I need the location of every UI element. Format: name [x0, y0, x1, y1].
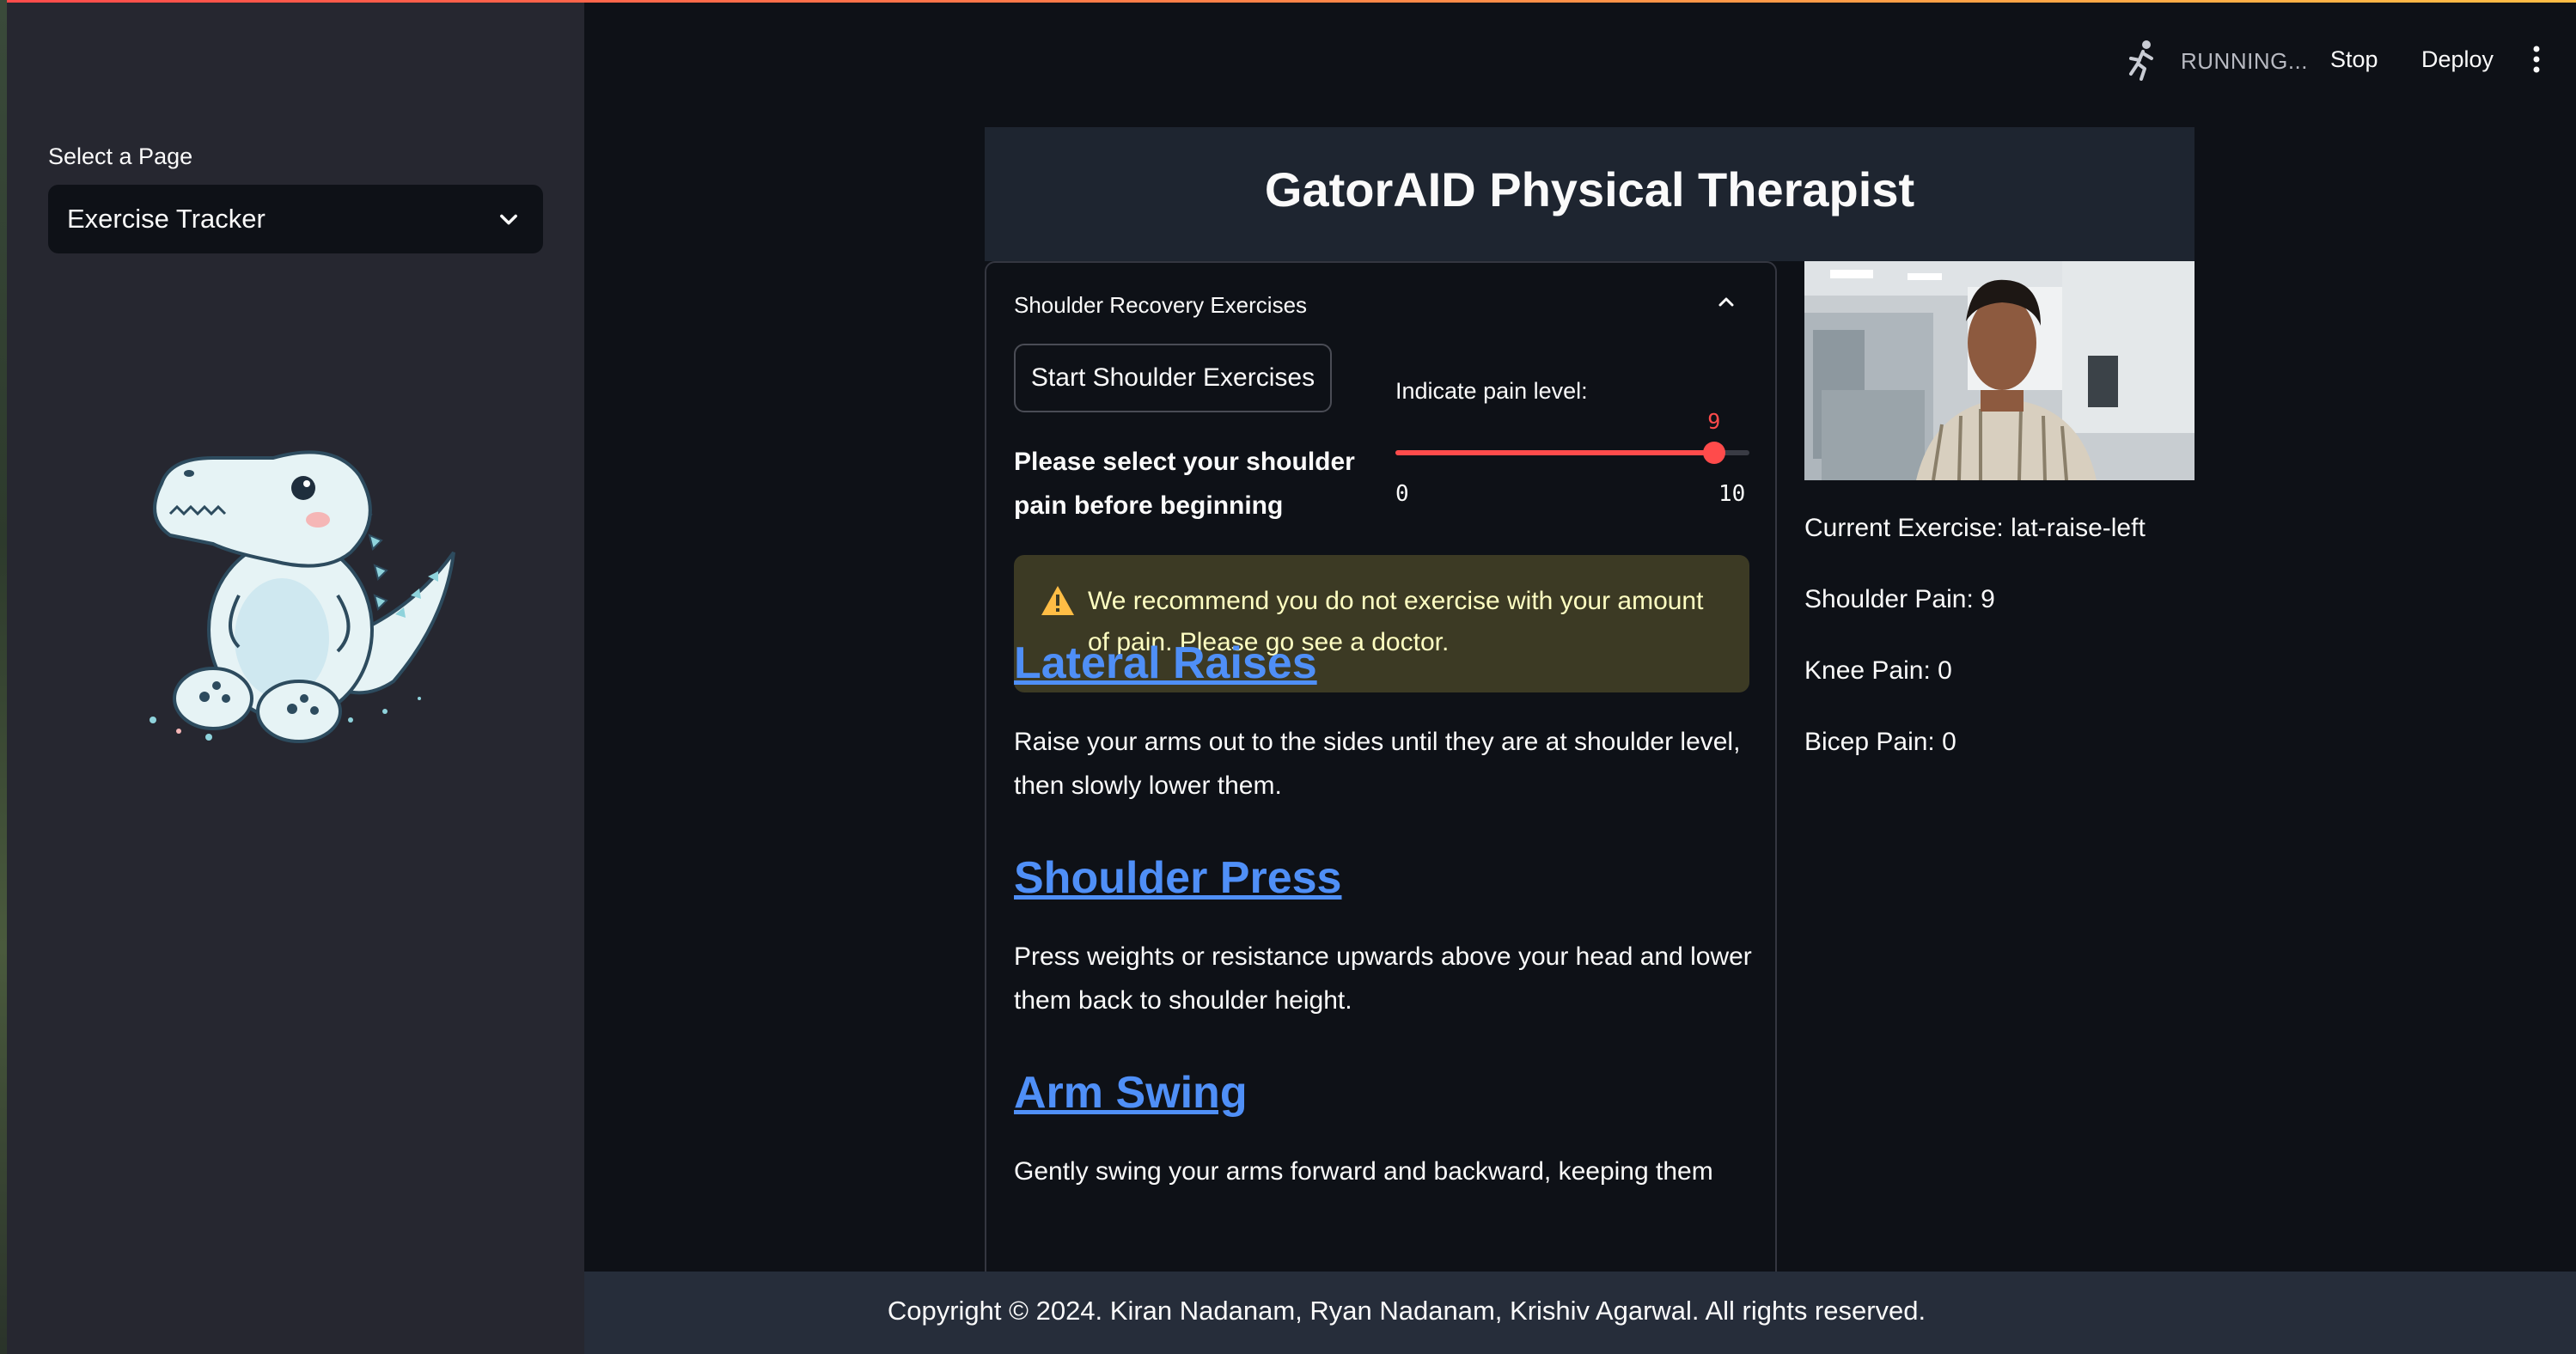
exercise-description: Gently swing your arms forward and backw… [1014, 1157, 1713, 1186]
page-select[interactable]: Exercise Tracker [48, 185, 543, 253]
title-banner: GatorAID Physical Therapist [985, 127, 2194, 261]
footer: Copyright © 2024. Kiran Nadanam, Ryan Na… [584, 1272, 2576, 1354]
page-title: GatorAID Physical Therapist [1264, 162, 1915, 217]
running-person-icon [2129, 40, 2153, 81]
shoulder-exercises-expander: Shoulder Recovery Exercises Start Should… [985, 261, 1777, 1354]
knee-pain-text: Knee Pain: 0 [1804, 656, 1952, 685]
chevron-down-icon [500, 214, 517, 225]
sidebar: Select a Page Exercise Tracker [7, 3, 584, 1354]
select-page-label: Select a Page [48, 143, 193, 169]
running-status: RUNNING... [2181, 48, 2308, 74]
pain-slider[interactable] [1395, 442, 1749, 464]
page-select-value: Exercise Tracker [67, 204, 266, 234]
alligator-mascot-icon [150, 450, 455, 743]
stop-button[interactable]: Stop [2330, 46, 2378, 73]
webcam-feed [1804, 261, 2194, 480]
exercise-link-shoulder-press[interactable]: Shoulder Press [1014, 852, 1341, 904]
kebab-menu-icon[interactable] [2531, 45, 2542, 74]
pain-prompt: Please select your shoulder pain before … [1014, 448, 1355, 520]
pain-slider-value: 9 [1707, 409, 1721, 434]
copyright-text: Copyright © 2024. Kiran Nadanam, Ryan Na… [887, 1296, 1926, 1326]
deploy-button[interactable]: Deploy [2421, 46, 2494, 73]
exercise-description: Raise your arms out to the sides until t… [1014, 728, 1741, 800]
exercise-link-lateral-raises[interactable]: Lateral Raises [1014, 637, 1317, 689]
pain-slider-min: 0 [1395, 481, 1409, 507]
pain-level-label: Indicate pain level: [1395, 378, 1588, 404]
chevron-up-icon[interactable] [1717, 292, 1736, 311]
exercise-description: Press weights or resistance upwards abov… [1014, 942, 1752, 1015]
start-shoulder-exercises-button[interactable]: Start Shoulder Exercises [1014, 344, 1332, 412]
exercise-link-arm-swing[interactable]: Arm Swing [1014, 1067, 1248, 1119]
expander-title[interactable]: Shoulder Recovery Exercises [1014, 292, 1307, 319]
shoulder-pain-text: Shoulder Pain: 9 [1804, 585, 1995, 613]
bicep-pain-text: Bicep Pain: 0 [1804, 728, 1956, 756]
current-exercise-text: Current Exercise: lat-raise-left [1804, 514, 2146, 542]
warning-icon [1041, 586, 1074, 615]
window-edge [0, 0, 7, 1354]
pain-slider-thumb[interactable] [1702, 442, 1725, 464]
pain-slider-max: 10 [1718, 481, 1746, 507]
pain-slider-fill [1395, 450, 1714, 455]
